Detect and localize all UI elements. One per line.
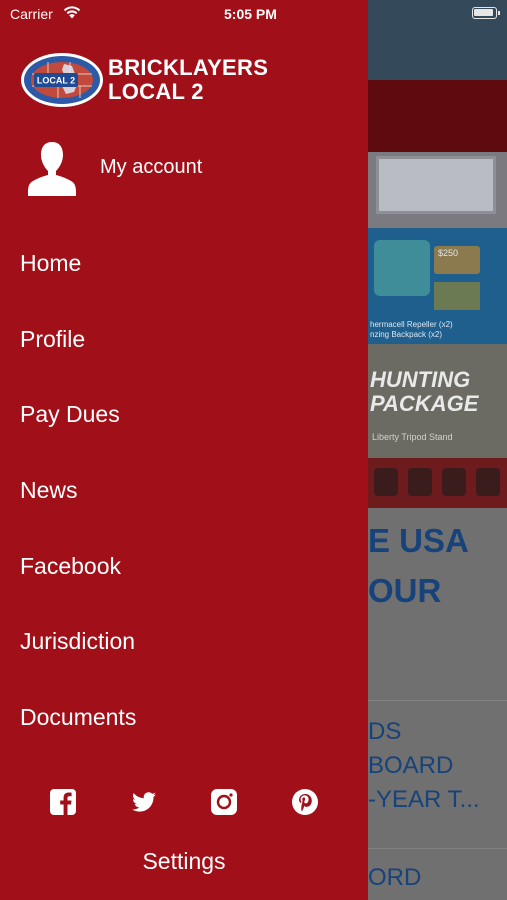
- status-bar: Carrier 5:05 PM: [0, 0, 507, 28]
- wifi-icon: [63, 6, 81, 19]
- settings-button[interactable]: Settings: [0, 848, 368, 875]
- headline-line-1: E USA: [368, 522, 469, 559]
- brand-line-1: BRICKLAYERS: [108, 55, 269, 80]
- app-brand-name: BRICKLAYERS LOCAL 2: [108, 56, 268, 104]
- promo-image-2[interactable]: $250 hermacell Repeller (x2) nzing Backp…: [368, 228, 507, 344]
- union-logo: LOCAL 2: [21, 53, 103, 107]
- news-title-line-2[interactable]: BOARD: [368, 752, 453, 780]
- drawer-menu: Home Profile Pay Dues News Facebook Juri…: [0, 226, 368, 756]
- promo-image-4[interactable]: [368, 458, 507, 508]
- svg-text:LOCAL 2: LOCAL 2: [37, 76, 75, 86]
- promo-title: HUNTING PACKAGE: [370, 367, 479, 416]
- menu-item-pay-dues[interactable]: Pay Dues: [0, 377, 368, 453]
- battery-icon: [472, 7, 500, 19]
- carrier-label: Carrier: [10, 6, 53, 22]
- my-account-label: My account: [100, 156, 203, 178]
- news-title-line-3[interactable]: -YEAR T...: [368, 786, 480, 814]
- news-title-line-1[interactable]: DS: [368, 718, 401, 746]
- my-account-button[interactable]: My account: [24, 140, 324, 200]
- menu-item-home[interactable]: Home: [0, 226, 368, 302]
- news-title-2[interactable]: ORD: [368, 864, 421, 892]
- social-links: [0, 788, 368, 824]
- brand-line-2: LOCAL 2: [108, 79, 204, 104]
- content-area: [368, 508, 507, 900]
- twitter-icon[interactable]: [130, 788, 158, 816]
- promo-subcaption: Liberty Tripod Stand: [372, 432, 453, 442]
- promo-price: $250: [438, 248, 459, 258]
- menu-item-profile[interactable]: Profile: [0, 302, 368, 378]
- promo-caption: hermacell Repeller (x2) nzing Backpack (…: [370, 320, 453, 339]
- pinterest-icon[interactable]: [291, 788, 319, 816]
- menu-item-documents[interactable]: Documents: [0, 680, 368, 756]
- promo-image-1[interactable]: [368, 152, 507, 228]
- menu-item-news[interactable]: News: [0, 453, 368, 529]
- menu-item-jurisdiction[interactable]: Jurisdiction: [0, 604, 368, 680]
- user-avatar-icon: [28, 142, 76, 196]
- menu-item-facebook[interactable]: Facebook: [0, 529, 368, 605]
- instagram-icon[interactable]: [210, 788, 238, 816]
- promo-image-3[interactable]: HUNTING PACKAGE Liberty Tripod Stand: [368, 344, 507, 458]
- divider: [368, 848, 507, 849]
- clock: 5:05 PM: [224, 6, 277, 22]
- divider: [368, 700, 507, 701]
- facebook-icon[interactable]: [49, 788, 77, 816]
- navigation-drawer: LOCAL 2 BRICKLAYERS LOCAL 2 My account H…: [0, 0, 368, 900]
- headline-line-2: OUR: [368, 572, 442, 609]
